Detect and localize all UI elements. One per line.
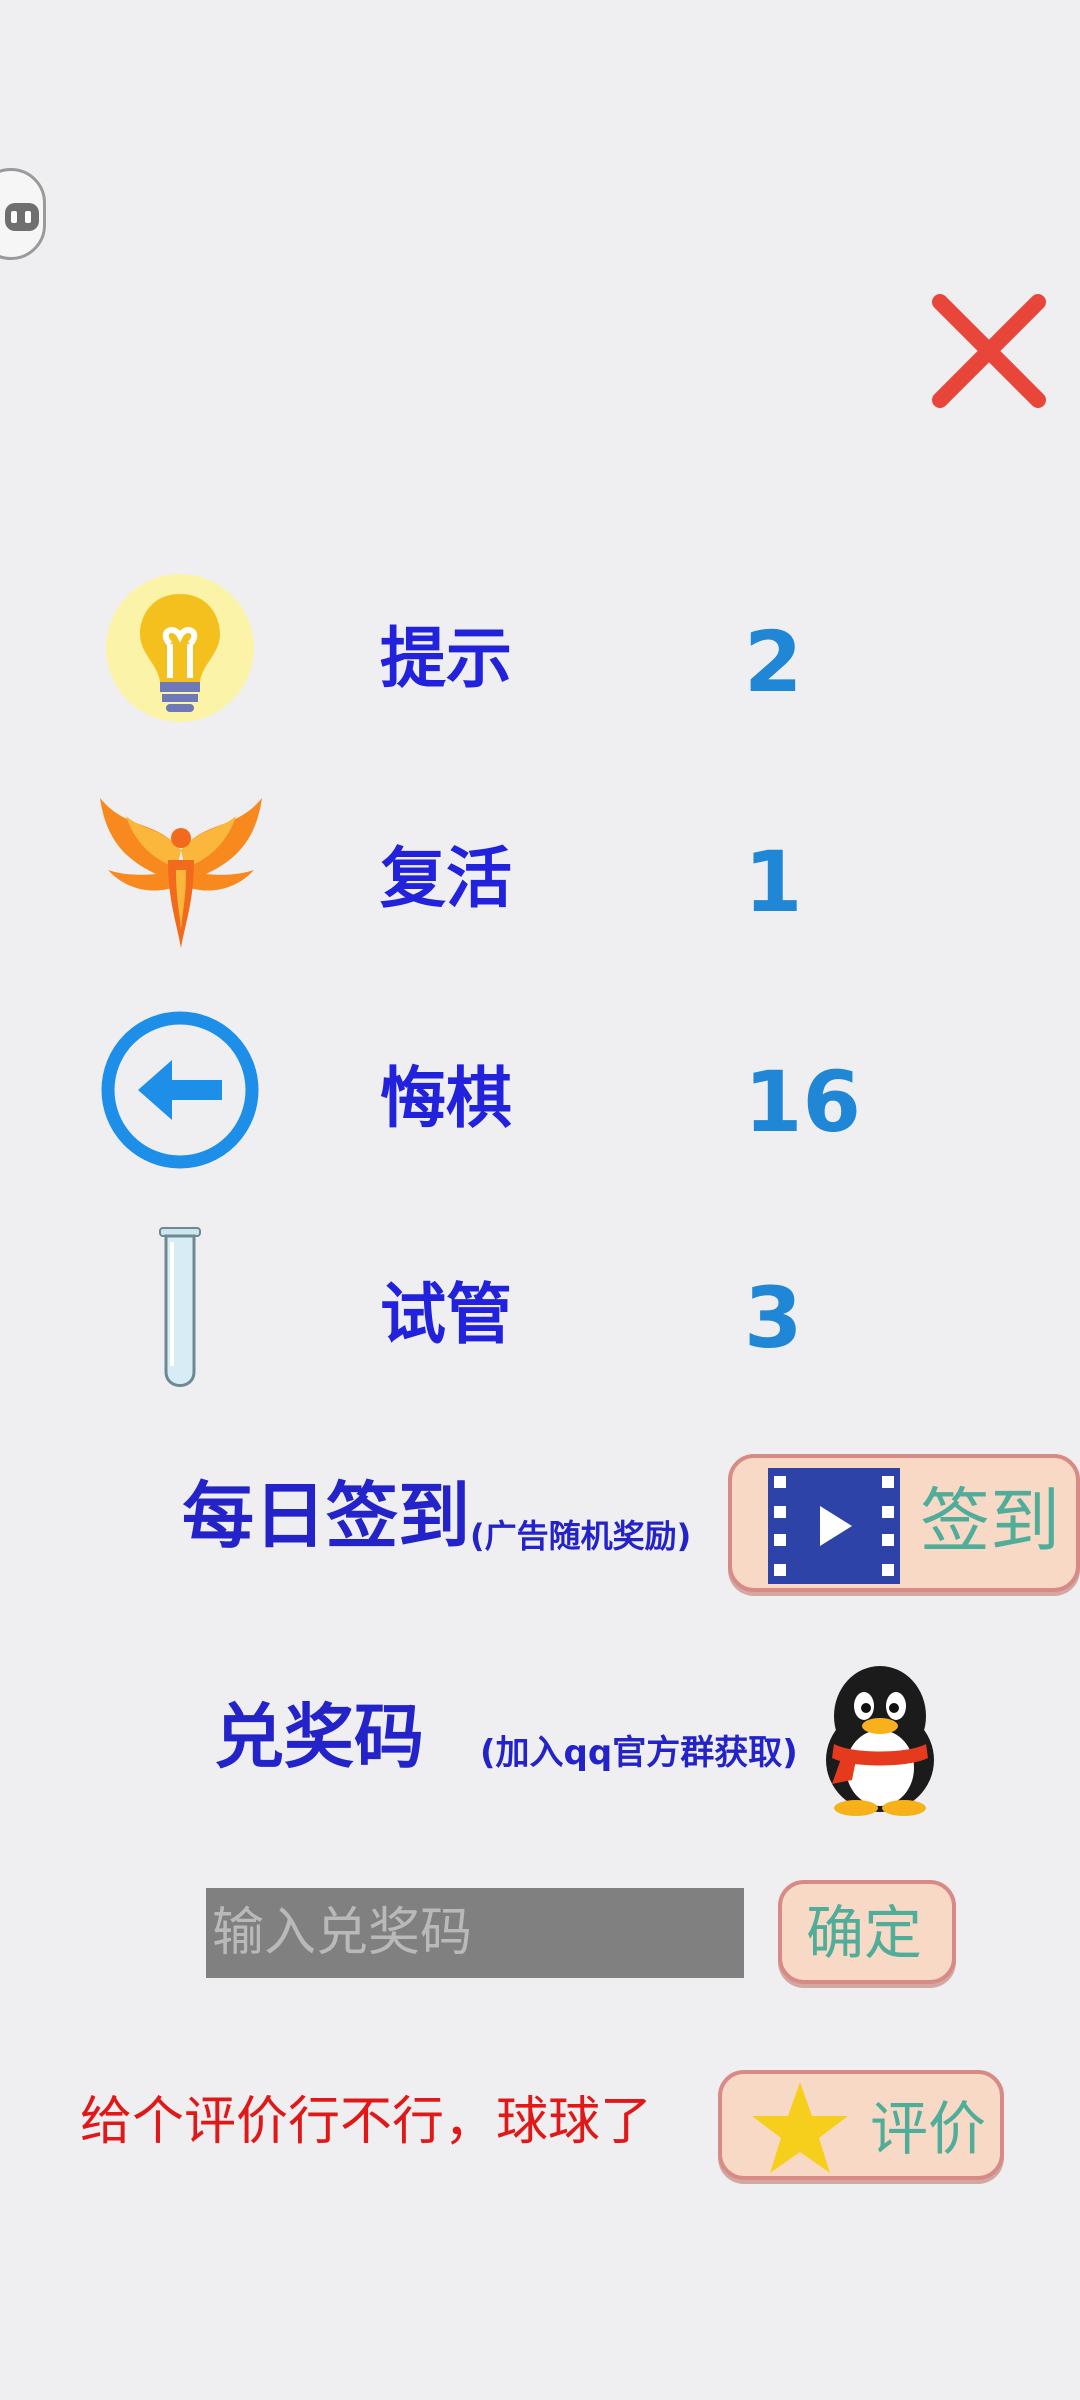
item-label: 提示 [380,620,512,697]
rate-button[interactable]: 评价 [718,2070,1004,2180]
rate-button-label: 评价 [870,2095,987,2163]
robot-face-icon [5,203,39,231]
close-icon[interactable] [928,290,1050,412]
video-play-icon [768,1468,900,1584]
daily-signin-note: (广告随机奖励) [470,1517,692,1555]
phoenix-icon [100,798,262,948]
confirm-button[interactable]: 确定 [778,1880,956,1984]
redeem-code-title: 兑奖码 [214,1696,424,1778]
item-label: 复活 [380,840,512,917]
item-count: 16 [744,1053,861,1151]
qq-penguin-icon[interactable] [812,1660,948,1816]
floating-assistant-button[interactable] [0,168,46,260]
item-count: 1 [744,833,803,931]
confirm-button-label: 确定 [806,1899,923,1967]
undo-arrow-icon [101,1011,259,1169]
signin-button[interactable]: 签到 [728,1454,1080,1592]
item-row-tube: 试管 3 [0,1226,1080,1406]
test-tube-icon [159,1227,201,1387]
lightbulb-icon [106,574,254,722]
item-row-revive: 复活 1 [0,790,1080,970]
item-row-hint: 提示 2 [0,570,1080,750]
item-count: 3 [744,1269,803,1367]
item-label: 试管 [380,1276,512,1353]
rate-prompt-text: 给个评价行不行，球球了 [80,2092,653,2152]
redeem-code-input[interactable] [206,1888,744,1978]
daily-signin-title: 每日签到 [182,1474,471,1558]
redeem-code-note: (加入qq官方群获取) [480,1733,798,1773]
signin-button-label: 签到 [920,1480,1060,1562]
item-count: 2 [744,613,803,711]
item-label: 悔棋 [380,1060,512,1137]
item-row-undo: 悔棋 16 [0,1010,1080,1190]
star-icon [752,2082,848,2173]
